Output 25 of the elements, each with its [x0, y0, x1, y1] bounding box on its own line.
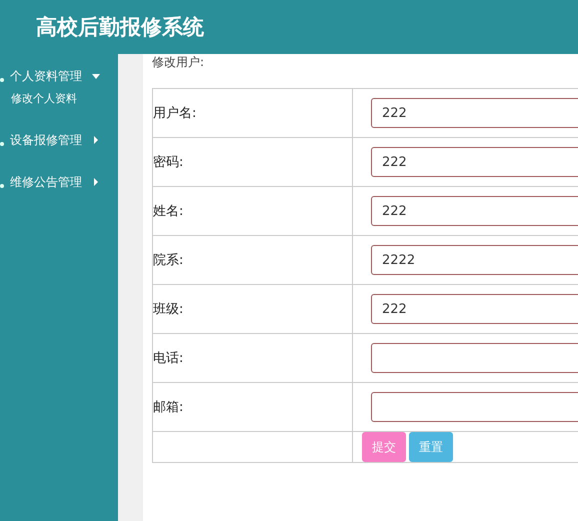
field-label: 电话: [152, 334, 352, 382]
text-field[interactable]: 2222 [371, 245, 578, 275]
menu-item[interactable]: 维修公告管理 [10, 174, 82, 190]
menu-item[interactable]: 个人资料管理 [10, 68, 82, 84]
field-label: 姓名: [152, 186, 352, 236]
bullet-icon [0, 78, 4, 82]
text-field[interactable]: 222 [371, 98, 578, 128]
submit-button[interactable]: 提交 [362, 432, 406, 462]
submenu-item[interactable]: 修改个人资料 [11, 91, 118, 106]
text-field[interactable]: 222 [371, 196, 578, 226]
bullet-icon [0, 184, 4, 188]
menu-item[interactable]: 设备报修管理 [10, 132, 82, 148]
text-field[interactable] [371, 392, 578, 422]
form-caption: 修改用户: [152, 54, 206, 71]
field-label: 院系: [152, 236, 352, 284]
reset-button[interactable]: 重置 [409, 432, 453, 462]
text-field[interactable]: 222 [371, 294, 578, 324]
text-field[interactable] [371, 343, 578, 373]
field-label: 密码: [152, 138, 352, 186]
bullet-icon [0, 142, 4, 146]
field-label: 班级: [152, 284, 352, 334]
text-field[interactable]: 222 [371, 147, 578, 177]
system-title: 高校后勤报修系统 [36, 13, 204, 41]
field-label: 用户名: [152, 88, 352, 138]
field-label: 邮箱: [152, 382, 352, 432]
